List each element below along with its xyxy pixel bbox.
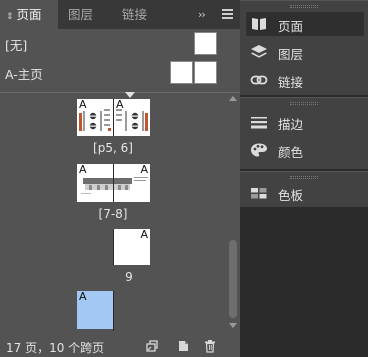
dock-group-stroke-color: 描边 颜色 [240,97,368,169]
dock-grip[interactable] [290,102,318,105]
spine-line [113,291,114,331]
scrollbar-thumb[interactable] [229,240,237,318]
page-thumbnail-5[interactable]: A [77,99,113,136]
page-artwork [116,109,148,131]
color-palette-icon [251,143,267,157]
new-page-icon[interactable] [176,339,190,353]
scroll-up-icon[interactable] [229,96,237,101]
dock-item-stroke[interactable]: 描边 [246,110,364,134]
page-master-prefix: A [140,229,148,241]
page-thumbnail-10-selected[interactable]: A [77,291,113,329]
master-none-thumbnail[interactable] [194,32,217,55]
stroke-icon [251,117,267,129]
dock-group-pages: 页面 图层 链接 [240,0,368,95]
page-master-prefix: A [79,291,87,303]
page-thumbnail-6[interactable]: A [114,99,150,136]
master-a-label: A-主页 [5,67,43,82]
dock-item-links[interactable]: 链接 [246,68,364,92]
dock-label-stroke: 描边 [278,117,304,132]
sort-arrows-icon: ⇕ [6,12,14,22]
links-icon [250,75,268,85]
pages-icon [252,18,266,30]
tab-pages[interactable]: ⇕ 页面 [0,0,58,29]
page-count-status: 17 页，10 个跨页 [6,341,105,355]
pages-panel: ⇕ 页面 图层 链接 ›› [无] A-主页 A A [p5, 6] A A [… [0,0,240,357]
master-none-label: [无] [5,38,28,53]
panel-tab-bar: ⇕ 页面 图层 链接 ›› [0,0,240,29]
dock-label-links: 链接 [278,75,304,90]
swatches-icon [251,188,267,199]
dock-item-layers[interactable]: 图层 [246,40,364,64]
master-a-left-thumbnail[interactable] [170,61,193,84]
master-none-row[interactable]: [无] [0,29,240,57]
layers-icon [251,45,267,58]
dock-group-swatches: 色板 [240,171,368,207]
divider-handle-icon [125,92,135,98]
page-thumbnail-8[interactable]: A [114,164,150,202]
dock-item-pages[interactable]: 页面 [246,12,364,36]
scroll-down-icon[interactable] [229,323,237,328]
dock-label-color: 颜色 [278,145,304,160]
dock-grip[interactable] [290,176,318,179]
page-thumbnail-9[interactable]: A [114,229,150,265]
master-divider[interactable] [0,92,240,93]
page-size-icon[interactable] [145,339,159,353]
spread-label-p5-6: [p5, 6] [93,141,133,155]
dock-item-color[interactable]: 颜色 [246,138,364,162]
tab-pages-label: 页面 [16,7,42,22]
tab-layers[interactable]: 图层 [62,0,114,29]
expand-panels-icon[interactable]: ›› [198,8,206,21]
page-artwork [79,109,111,131]
dock-item-swatches[interactable]: 色板 [246,181,364,205]
page-thumbnail-7[interactable]: A [77,164,113,202]
panel-dock: 页面 图层 链接 描边 颜色 色板 [240,0,368,357]
delete-page-icon[interactable] [203,339,217,353]
master-a-row[interactable]: A-主页 [0,58,240,86]
dock-label-pages: 页面 [278,19,304,34]
dock-grip[interactable] [290,5,318,8]
page-artwork [81,178,113,194]
page-artwork [114,177,148,190]
tab-layers-label: 图层 [68,7,94,22]
dock-label-layers: 图层 [278,47,304,62]
dock-label-swatches: 色板 [278,188,304,203]
master-a-right-thumbnail[interactable] [194,61,217,84]
status-bar: 17 页，10 个跨页 [0,335,240,357]
spread-label-7-8: [7-8] [98,207,128,221]
tab-links-label: 链接 [122,7,148,22]
tab-links[interactable]: 链接 [116,0,168,29]
spread-label-9: 9 [125,270,133,284]
panel-menu-icon[interactable] [222,9,233,19]
